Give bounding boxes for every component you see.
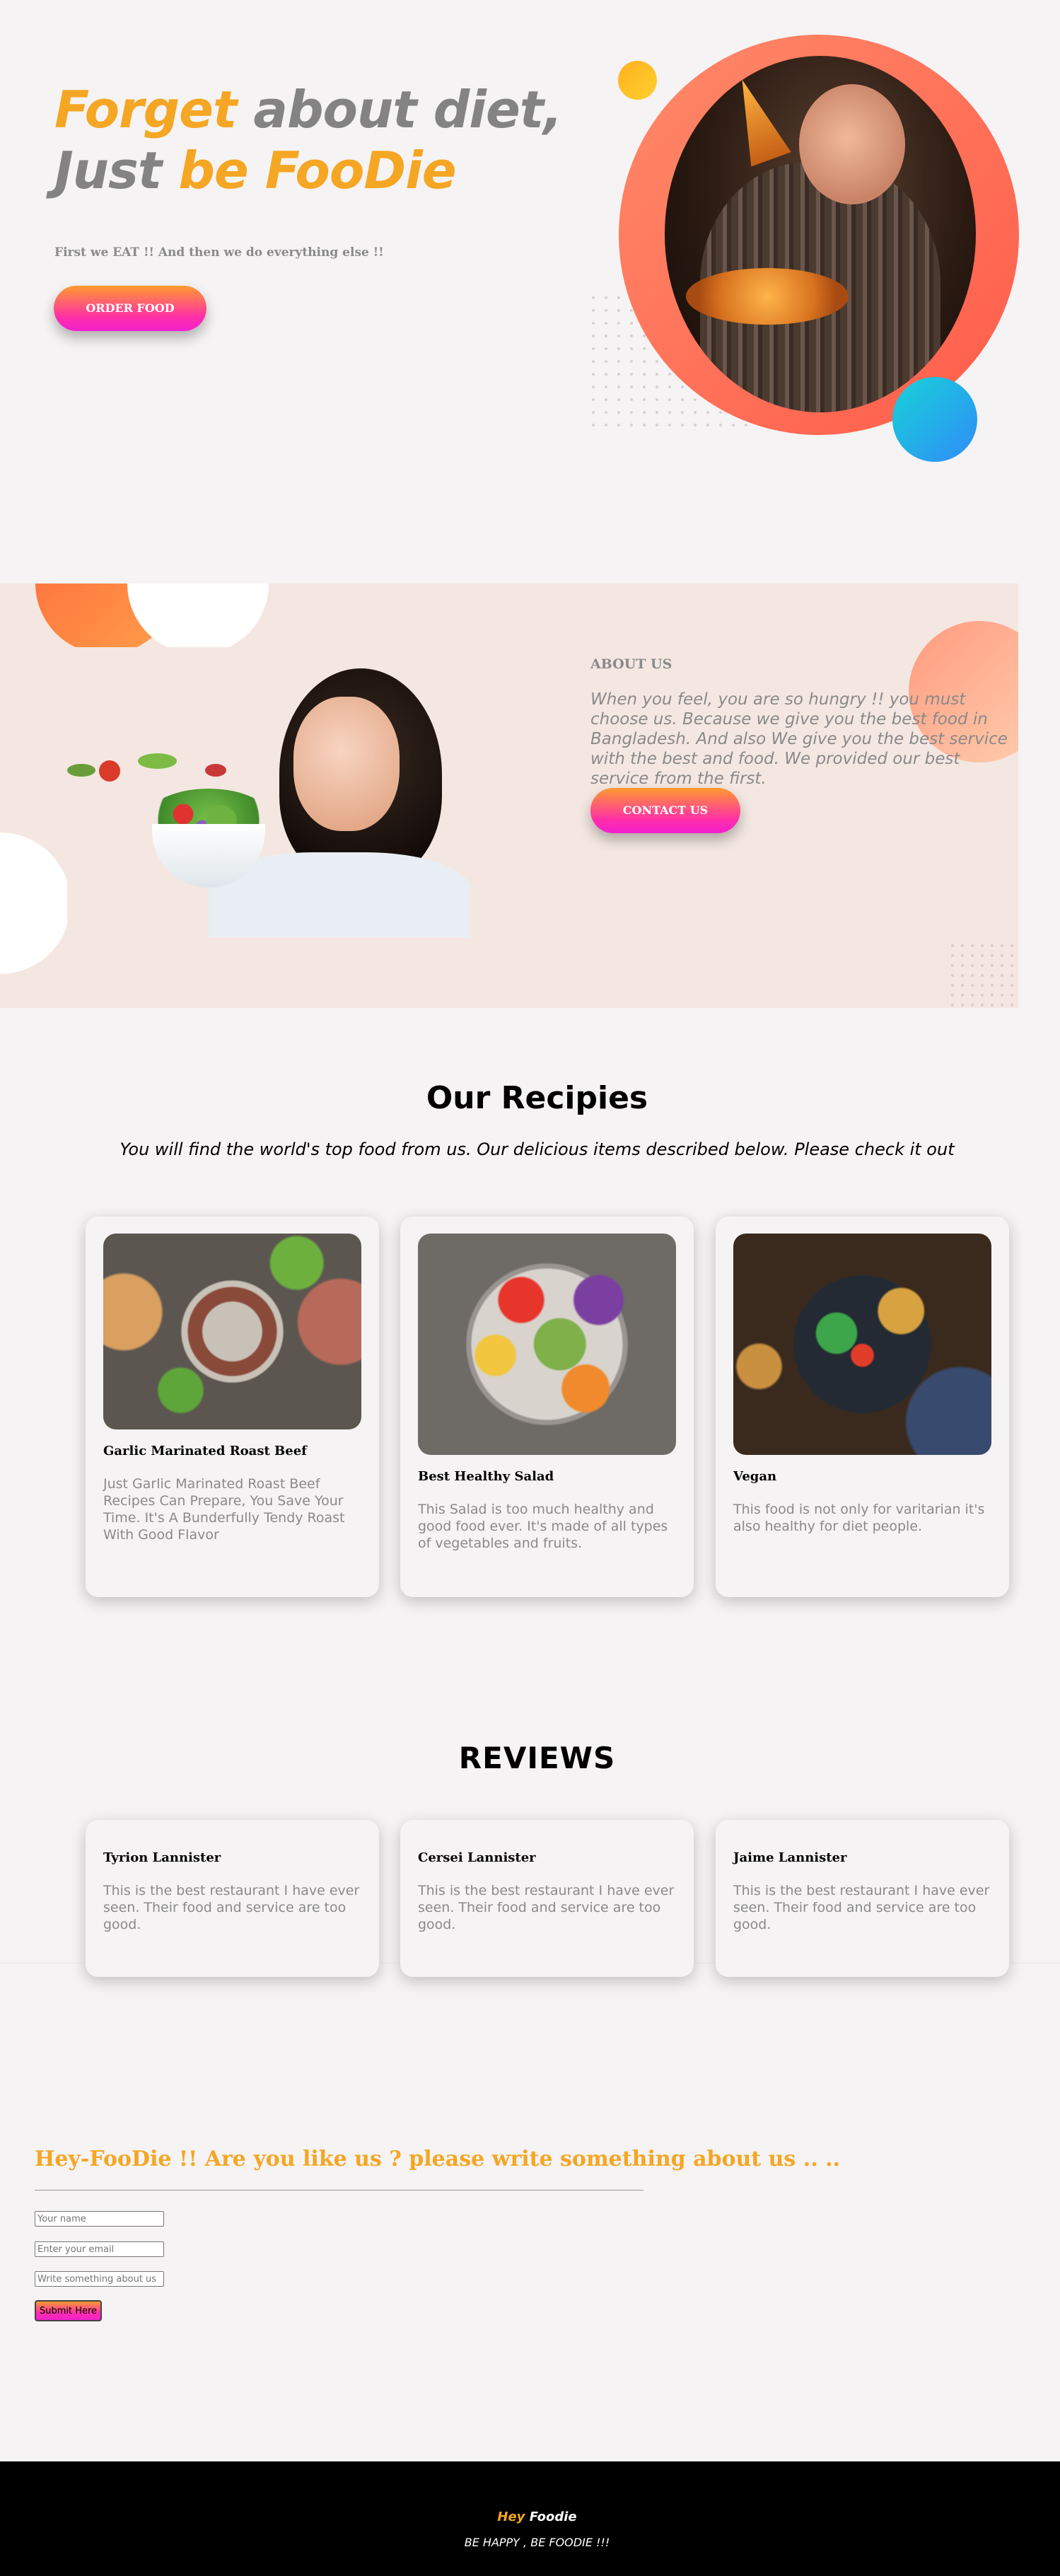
decorative-white-half-circle bbox=[0, 832, 71, 974]
photo-face bbox=[293, 697, 400, 831]
footer-brand-accent: Hey bbox=[497, 2510, 525, 2524]
name-input[interactable] bbox=[35, 2211, 164, 2227]
footer-brand: Hey Foodie bbox=[0, 2510, 1060, 2524]
contact-us-button[interactable]: CONTACT US bbox=[590, 788, 740, 833]
recipe-description: This food is not only for varitarian it'… bbox=[733, 1502, 985, 1534]
email-input[interactable] bbox=[35, 2241, 164, 2257]
reviews-title: REVIEWS bbox=[458, 1741, 616, 1775]
decorative-blue-circle bbox=[892, 377, 977, 462]
reviewer-name: Cersei Lannister bbox=[418, 1850, 536, 1865]
hero-title-plain-2: Just bbox=[54, 141, 179, 200]
message-input[interactable] bbox=[35, 2271, 164, 2287]
woman-eating-salad-photo bbox=[67, 647, 470, 937]
photo-leaf bbox=[138, 753, 177, 769]
review-card: Cersei Lannister This is the best restau… bbox=[400, 1820, 694, 1977]
footer-brand-rest: Foodie bbox=[525, 2510, 577, 2524]
reviewer-name: Tyrion Lannister bbox=[103, 1850, 221, 1865]
footer-tagline: BE HAPPY , BE FOODIE !!! bbox=[464, 2536, 610, 2549]
photo-head bbox=[799, 84, 905, 204]
recipe-title: Best Healthy Salad bbox=[418, 1469, 554, 1484]
review-text: This is the best restaurant I have ever … bbox=[103, 1883, 360, 1932]
about-text: When you feel, you are so hungry !! you … bbox=[590, 690, 1008, 788]
hero-title: Forget about diet, Just be FooDie bbox=[54, 79, 563, 201]
hero-title-accent-2: be FooDie bbox=[178, 141, 456, 200]
man-eating-pizza-photo bbox=[665, 56, 976, 412]
form-divider bbox=[35, 2190, 643, 2191]
recipe-title: Garlic Marinated Roast Beef bbox=[103, 1444, 307, 1458]
vegan-bowl-photo bbox=[733, 1234, 991, 1455]
review-card: Tyrion Lannister This is the best restau… bbox=[86, 1820, 379, 1977]
about-heading: ABOUT US bbox=[590, 656, 672, 672]
recipes-subtitle: You will find the world's top food from … bbox=[120, 1139, 955, 1159]
reviewer-name: Jaime Lannister bbox=[733, 1850, 847, 1865]
recipe-card[interactable]: Vegan This food is not only for varitari… bbox=[716, 1217, 1009, 1597]
about-section: ABOUT US When you feel, you are so hungr… bbox=[0, 584, 1018, 1008]
hero-section: Forget about diet, Just be FooDie First … bbox=[0, 0, 1060, 538]
pizza bbox=[686, 268, 849, 325]
review-text: This is the best restaurant I have ever … bbox=[733, 1883, 990, 1932]
decorative-white-quarter bbox=[127, 584, 269, 654]
submit-button[interactable]: Submit Here bbox=[35, 2300, 102, 2321]
recipe-description: Just Garlic Marinated Roast Beef Recipes… bbox=[103, 1476, 345, 1543]
healthy-salad-photo bbox=[418, 1234, 676, 1455]
photo-radish bbox=[205, 764, 226, 777]
recipe-card[interactable]: Best Healthy Salad This Salad is too muc… bbox=[400, 1217, 694, 1597]
recipe-card[interactable]: Garlic Marinated Roast Beef Just Garlic … bbox=[86, 1217, 379, 1597]
review-text: This is the best restaurant I have ever … bbox=[418, 1883, 675, 1932]
recipe-title: Vegan bbox=[733, 1469, 777, 1484]
roast-beef-photo bbox=[103, 1234, 361, 1429]
pizza-slice bbox=[722, 72, 791, 166]
decorative-dot-grid bbox=[948, 941, 1018, 1008]
photo-cucumber bbox=[67, 764, 95, 777]
recipes-title: Our Recipies bbox=[426, 1080, 648, 1116]
hero-subtitle: First we EAT !! And then we do everythin… bbox=[54, 245, 384, 260]
feedback-form-title: Hey-FooDie !! Are you like us ? please w… bbox=[35, 2147, 840, 2171]
review-card: Jaime Lannister This is the best restaur… bbox=[716, 1820, 1009, 1977]
hero-title-rest-1: about diet, bbox=[236, 80, 562, 139]
order-food-button[interactable]: ORDER FOOD bbox=[54, 286, 206, 331]
photo-tomato bbox=[99, 760, 120, 782]
recipe-description: This Salad is too much healthy and good … bbox=[418, 1502, 668, 1551]
hero-title-accent-1: Forget bbox=[54, 80, 237, 139]
footer: Hey Foodie BE HAPPY , BE FOODIE !!! bbox=[0, 2461, 1060, 2576]
decorative-yellow-circle bbox=[618, 61, 657, 100]
